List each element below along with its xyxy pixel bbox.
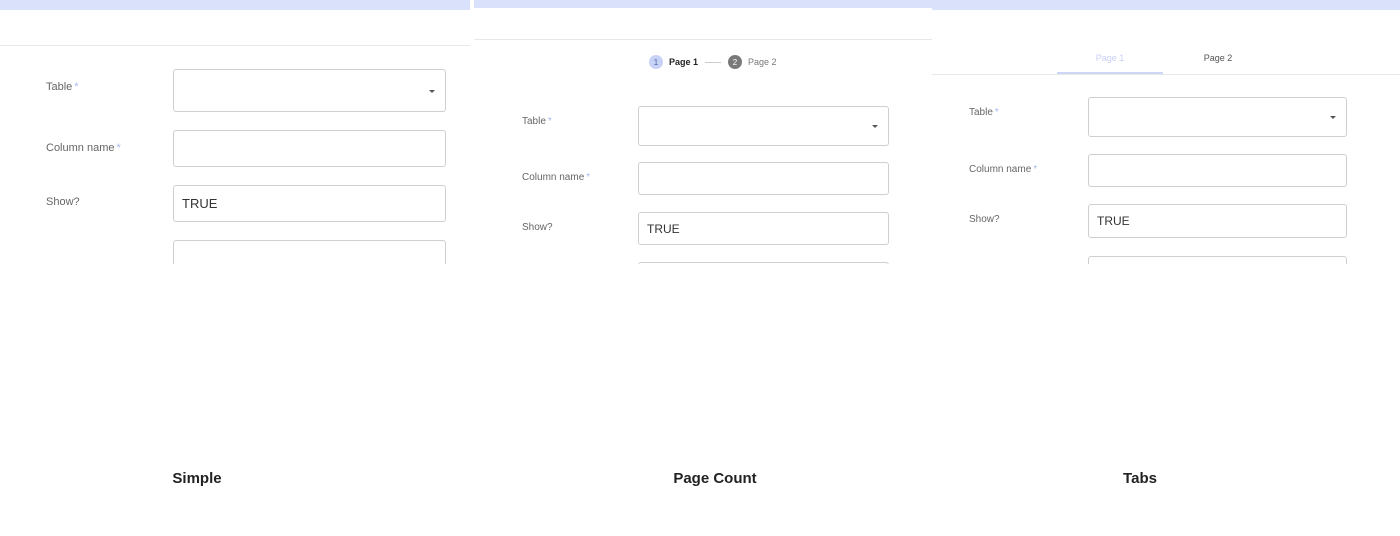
required-mark: * [1033, 164, 1038, 175]
caption-tabs: Tabs [1123, 470, 1157, 487]
header-bar [932, 0, 1400, 10]
step-2-label[interactable]: Page 2 [748, 57, 777, 67]
next-field-partial[interactable] [638, 262, 889, 264]
tabs-form-preview: Page 1 Page 2 Table * Column name * Show? … [932, 0, 1400, 264]
show-label: Show? [46, 196, 80, 208]
table-label: Table * [46, 81, 79, 93]
header-bar [474, 0, 932, 8]
header-bar [0, 0, 470, 10]
step-1-indicator[interactable]: 1 [649, 55, 663, 69]
next-field-partial[interactable] [173, 240, 446, 264]
show-input[interactable]: TRUE [638, 212, 889, 245]
table-select[interactable] [1088, 97, 1347, 137]
show-input[interactable]: TRUE [173, 185, 446, 222]
table-select[interactable] [173, 69, 446, 112]
table-label: Table * [522, 116, 552, 127]
show-value: TRUE [1097, 214, 1130, 228]
step-connector [705, 61, 722, 63]
show-label: Show? [522, 222, 553, 233]
step-1-label[interactable]: Page 1 [669, 57, 698, 67]
show-value: TRUE [182, 196, 218, 211]
required-mark: * [74, 81, 79, 93]
show-input[interactable]: TRUE [1088, 204, 1347, 238]
tab-divider [932, 74, 1400, 75]
tab-page-2[interactable]: Page 2 [1204, 53, 1233, 63]
header-divider [0, 45, 470, 46]
column-name-input[interactable] [173, 130, 446, 167]
tab-page-1[interactable]: Page 1 [1096, 53, 1125, 63]
column-name-label: Column name * [969, 164, 1038, 175]
caption-simple: Simple [172, 470, 222, 487]
page-count-form-preview: 1 Page 1 2 Page 2 Table * Column name * Sh… [474, 0, 932, 264]
caption-page-count: Page Count [673, 470, 757, 487]
table-label: Table * [969, 107, 999, 118]
show-label: Show? [969, 214, 1000, 225]
column-name-input[interactable] [1088, 154, 1347, 187]
simple-form-preview: Table * Column name * Show? TRUE [0, 0, 470, 264]
next-field-partial[interactable] [1088, 256, 1347, 264]
column-name-label: Column name * [522, 172, 591, 183]
required-mark: * [547, 116, 552, 127]
required-mark: * [994, 107, 999, 118]
required-mark: * [116, 142, 121, 154]
table-select[interactable] [638, 106, 889, 146]
show-value: TRUE [647, 221, 680, 236]
column-name-label: Column name * [46, 142, 121, 154]
column-name-input[interactable] [638, 162, 889, 195]
header-divider [474, 39, 932, 40]
page-stepper: 1 Page 1 2 Page 2 [649, 55, 777, 69]
step-2-indicator[interactable]: 2 [728, 55, 743, 69]
required-mark: * [586, 172, 591, 183]
